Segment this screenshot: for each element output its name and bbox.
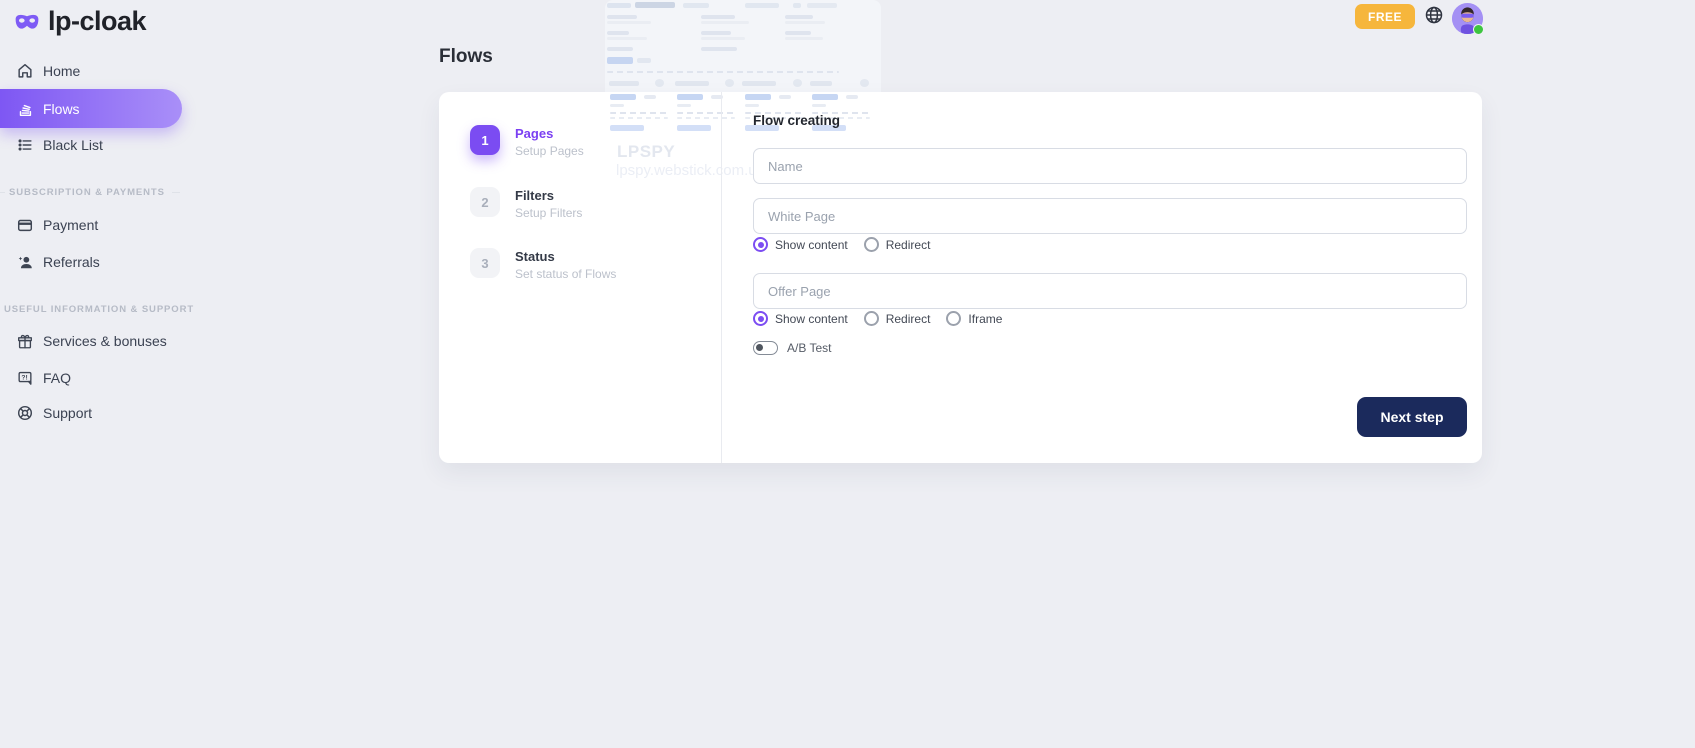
sidebar-section-subscription: SUBSCRIPTION & PAYMENTS	[0, 185, 182, 199]
step-number: 3	[470, 248, 500, 278]
online-status-dot	[1473, 24, 1484, 35]
ab-test-toggle-row: A/B Test	[753, 341, 831, 355]
step-status[interactable]: 3 Status Set status of Flows	[470, 248, 616, 281]
ghost-preview	[605, 0, 881, 92]
step-title: Status	[515, 248, 616, 264]
flows-icon	[16, 100, 34, 118]
sidebar-item-label: Support	[43, 405, 92, 421]
sidebar-item-payment[interactable]: Payment	[0, 208, 182, 242]
toggle-knob	[756, 344, 763, 351]
radio-icon[interactable]	[864, 237, 879, 252]
white-page-input[interactable]	[753, 198, 1467, 234]
sidebar-item-black-list[interactable]: Black List	[0, 128, 182, 162]
app-root: lp-cloak Home Flows Black List SUBSCRIPT…	[0, 0, 1695, 748]
offer-page-show-content-option[interactable]: Show content	[753, 311, 848, 326]
sidebar-item-label: Payment	[43, 217, 98, 233]
sidebar-item-flows[interactable]: Flows	[0, 89, 182, 128]
svg-text:?!: ?!	[21, 374, 27, 381]
white-page-mode-radios: Show content Redirect	[753, 237, 930, 252]
plan-badge-button[interactable]: FREE	[1355, 4, 1415, 29]
lifebuoy-icon	[16, 404, 34, 422]
ghost-preview-title: LPSPY	[617, 142, 675, 162]
sidebar-item-label: Home	[43, 63, 80, 79]
white-page-show-content-option[interactable]: Show content	[753, 237, 848, 252]
flow-creation-card: LPSPY lpspy.webstick.com.ua 1 Pages Setu…	[439, 92, 1482, 463]
sidebar-item-services[interactable]: Services & bonuses	[0, 324, 182, 358]
ab-test-label: A/B Test	[787, 341, 831, 355]
sidebar-item-support[interactable]: Support	[0, 396, 182, 430]
step-subtitle: Set status of Flows	[515, 267, 616, 281]
black-list-icon	[16, 136, 34, 154]
next-step-button[interactable]: Next step	[1357, 397, 1467, 437]
globe-icon[interactable]	[1424, 5, 1444, 25]
sidebar-item-referrals[interactable]: Referrals	[0, 245, 182, 279]
mask-icon	[14, 12, 40, 31]
offer-page-mode-radios: Show content Redirect Iframe	[753, 311, 1002, 326]
sidebar-item-faq[interactable]: ?! FAQ	[0, 361, 182, 395]
step-title: Filters	[515, 187, 582, 203]
step-subtitle: Setup Filters	[515, 206, 582, 220]
radio-icon[interactable]	[946, 311, 961, 326]
sidebar-item-label: Referrals	[43, 254, 100, 270]
credit-card-icon	[16, 216, 34, 234]
radio-selected-icon[interactable]	[753, 237, 768, 252]
brand-logo[interactable]: lp-cloak	[14, 6, 146, 37]
panel-divider	[721, 92, 722, 463]
ghost-preview-url: lpspy.webstick.com.ua	[616, 162, 765, 179]
step-number: 1	[470, 125, 500, 155]
gift-icon	[16, 332, 34, 350]
offer-page-iframe-option[interactable]: Iframe	[946, 311, 1002, 326]
name-input[interactable]	[753, 148, 1467, 184]
radio-selected-icon[interactable]	[753, 311, 768, 326]
page-title: Flows	[439, 46, 493, 68]
radio-icon[interactable]	[864, 311, 879, 326]
home-icon	[16, 62, 34, 80]
sidebar-item-label: FAQ	[43, 370, 71, 386]
step-pages[interactable]: 1 Pages Setup Pages	[470, 125, 584, 158]
ab-test-toggle[interactable]	[753, 341, 778, 355]
white-page-redirect-option[interactable]: Redirect	[864, 237, 931, 252]
sidebar-item-label: Flows	[43, 101, 80, 117]
faq-icon: ?!	[16, 369, 34, 387]
step-filters[interactable]: 2 Filters Setup Filters	[470, 187, 582, 220]
brand-name: lp-cloak	[48, 6, 146, 37]
offer-page-redirect-option[interactable]: Redirect	[864, 311, 931, 326]
step-title: Pages	[515, 125, 584, 141]
sidebar-item-label: Black List	[43, 137, 103, 153]
step-number: 2	[470, 187, 500, 217]
sidebar-item-home[interactable]: Home	[0, 54, 182, 88]
sidebar-section-support: USEFUL INFORMATION & SUPPORT	[0, 302, 182, 316]
referrals-icon	[16, 253, 34, 271]
step-subtitle: Setup Pages	[515, 144, 584, 158]
sidebar-item-label: Services & bonuses	[43, 333, 167, 349]
offer-page-input[interactable]	[753, 273, 1467, 309]
form-title: Flow creating	[753, 113, 840, 128]
